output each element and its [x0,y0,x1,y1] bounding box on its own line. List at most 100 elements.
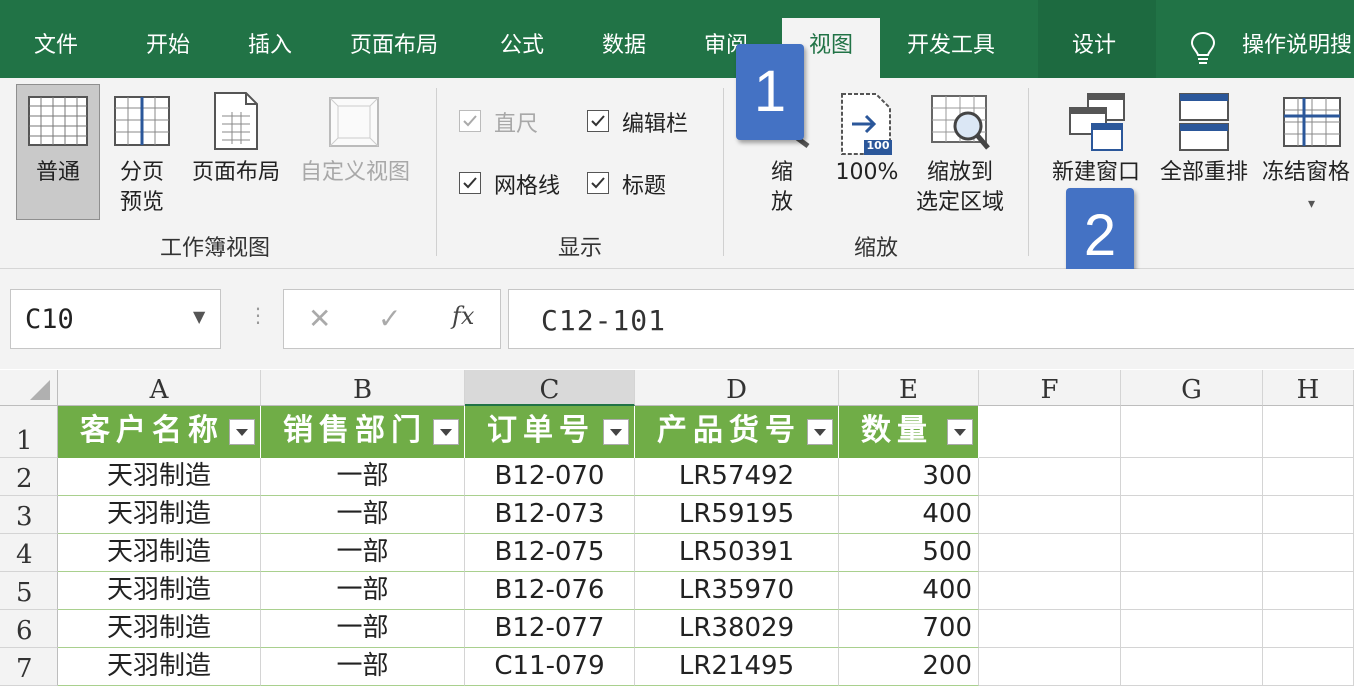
tab-design[interactable]: 设计 [1072,0,1116,78]
table-cell[interactable]: LR35970 [635,572,839,610]
arrange-all-label[interactable]: 全部重排 [1154,158,1254,188]
column-header-g[interactable]: G [1121,370,1263,406]
tab-file[interactable]: 文件 [34,0,78,78]
formula-bar-splitter-icon[interactable]: ⋮ [248,303,268,327]
table-cell[interactable]: 一部 [261,496,465,534]
table-cell[interactable]: 天羽制造 [58,458,261,496]
empty-cell[interactable] [979,572,1121,610]
filter-dropdown-icon[interactable] [947,419,973,445]
page-layout-view-icon[interactable] [214,92,258,154]
row-header-6[interactable]: 6 [0,610,58,648]
page-break-preview-icon[interactable] [114,96,170,150]
select-all-corner[interactable] [0,370,58,406]
zoom-to-selection-label-1[interactable]: 缩放到 [910,158,1010,188]
table-cell[interactable]: 天羽制造 [58,534,261,572]
column-header-f[interactable]: F [979,370,1121,406]
table-header-cell[interactable]: 产品货号 [635,406,839,458]
table-cell[interactable]: 一部 [261,458,465,496]
table-cell[interactable]: B12-073 [465,496,635,534]
table-cell[interactable]: 天羽制造 [58,572,261,610]
row-header-7[interactable]: 7 [0,648,58,686]
row-header-5[interactable]: 5 [0,572,58,610]
zoom-to-selection-icon[interactable] [930,94,992,158]
empty-cell[interactable] [1263,534,1354,572]
table-cell[interactable]: 一部 [261,648,465,686]
row-header-2[interactable]: 2 [0,458,58,496]
column-header-a[interactable]: A [58,370,261,406]
row-header-3[interactable]: 3 [0,496,58,534]
empty-cell[interactable] [979,458,1121,496]
headings-label[interactable]: 标题 [622,168,666,200]
insert-function-icon[interactable]: fx [452,302,474,330]
filter-dropdown-icon[interactable] [229,419,255,445]
formula-bar-label[interactable]: 编辑栏 [622,106,688,138]
arrange-all-icon[interactable] [1178,92,1230,156]
table-cell[interactable]: 500 [839,534,979,572]
name-box-dropdown-icon[interactable]: ▼ [193,307,205,326]
name-box[interactable]: C10 ▼ [10,289,221,349]
table-cell[interactable]: 天羽制造 [58,610,261,648]
empty-cell[interactable] [979,496,1121,534]
column-header-d[interactable]: D [635,370,839,406]
empty-cell[interactable] [1121,572,1263,610]
table-cell[interactable]: 300 [839,458,979,496]
zoom-label-1[interactable]: 缩 [766,158,798,188]
table-cell[interactable]: LR21495 [635,648,839,686]
enter-check-icon[interactable]: ✓ [378,302,401,335]
table-cell[interactable]: 400 [839,496,979,534]
empty-cell[interactable] [1263,610,1354,648]
table-cell[interactable]: 一部 [261,534,465,572]
table-header-cell[interactable]: 数量 [839,406,979,458]
empty-cell[interactable] [979,534,1121,572]
empty-cell[interactable] [1263,648,1354,686]
freeze-panes-dropdown-icon[interactable]: ▾ [1308,196,1315,212]
row-header-1[interactable]: 1 [0,406,58,458]
headings-checkbox[interactable] [587,172,609,194]
empty-cell[interactable] [1121,458,1263,496]
freeze-panes-label[interactable]: 冻结窗格 [1262,158,1354,188]
formula-bar-checkbox[interactable] [587,110,609,132]
column-header-c[interactable]: C [465,370,635,406]
empty-cell[interactable] [1263,572,1354,610]
column-header-b[interactable]: B [261,370,465,406]
empty-cell[interactable] [1121,406,1263,458]
table-cell[interactable]: B12-070 [465,458,635,496]
column-header-h[interactable]: H [1263,370,1354,406]
tell-me-search[interactable]: 操作说明搜 [1242,0,1352,78]
gridlines-label[interactable]: 网格线 [494,168,560,200]
gridlines-checkbox[interactable] [459,172,481,194]
table-cell[interactable]: LR38029 [635,610,839,648]
page-break-preview-label-2[interactable]: 预览 [108,188,176,218]
row-header-4[interactable]: 4 [0,534,58,572]
table-cell[interactable]: 一部 [261,610,465,648]
table-cell[interactable]: 天羽制造 [58,648,261,686]
empty-cell[interactable] [1121,610,1263,648]
tab-home[interactable]: 开始 [146,0,190,78]
empty-cell[interactable] [979,610,1121,648]
cancel-icon[interactable]: ✕ [308,302,331,335]
new-window-icon[interactable] [1068,92,1128,156]
empty-cell[interactable] [1263,406,1354,458]
table-cell[interactable]: LR50391 [635,534,839,572]
tab-formulas[interactable]: 公式 [500,0,544,78]
zoom-to-selection-label-2[interactable]: 选定区域 [906,188,1014,218]
lightbulb-icon[interactable] [1188,30,1218,70]
filter-dropdown-icon[interactable] [433,419,459,445]
tab-insert[interactable]: 插入 [248,0,292,78]
empty-cell[interactable] [1263,458,1354,496]
empty-cell[interactable] [1263,496,1354,534]
tab-data[interactable]: 数据 [602,0,646,78]
zoom-100-label[interactable]: 100% [830,158,904,188]
tab-developer[interactable]: 开发工具 [907,0,995,78]
table-cell[interactable]: LR59195 [635,496,839,534]
page-break-preview-label-1[interactable]: 分页 [108,158,176,188]
table-cell[interactable]: 天羽制造 [58,496,261,534]
table-header-cell[interactable]: 销售部门 [261,406,465,458]
empty-cell[interactable] [1121,648,1263,686]
filter-dropdown-icon[interactable] [807,419,833,445]
freeze-panes-icon[interactable] [1282,96,1342,152]
empty-cell[interactable] [1121,534,1263,572]
table-header-cell[interactable]: 订单号 [465,406,635,458]
empty-cell[interactable] [1121,496,1263,534]
empty-cell[interactable] [979,406,1121,458]
